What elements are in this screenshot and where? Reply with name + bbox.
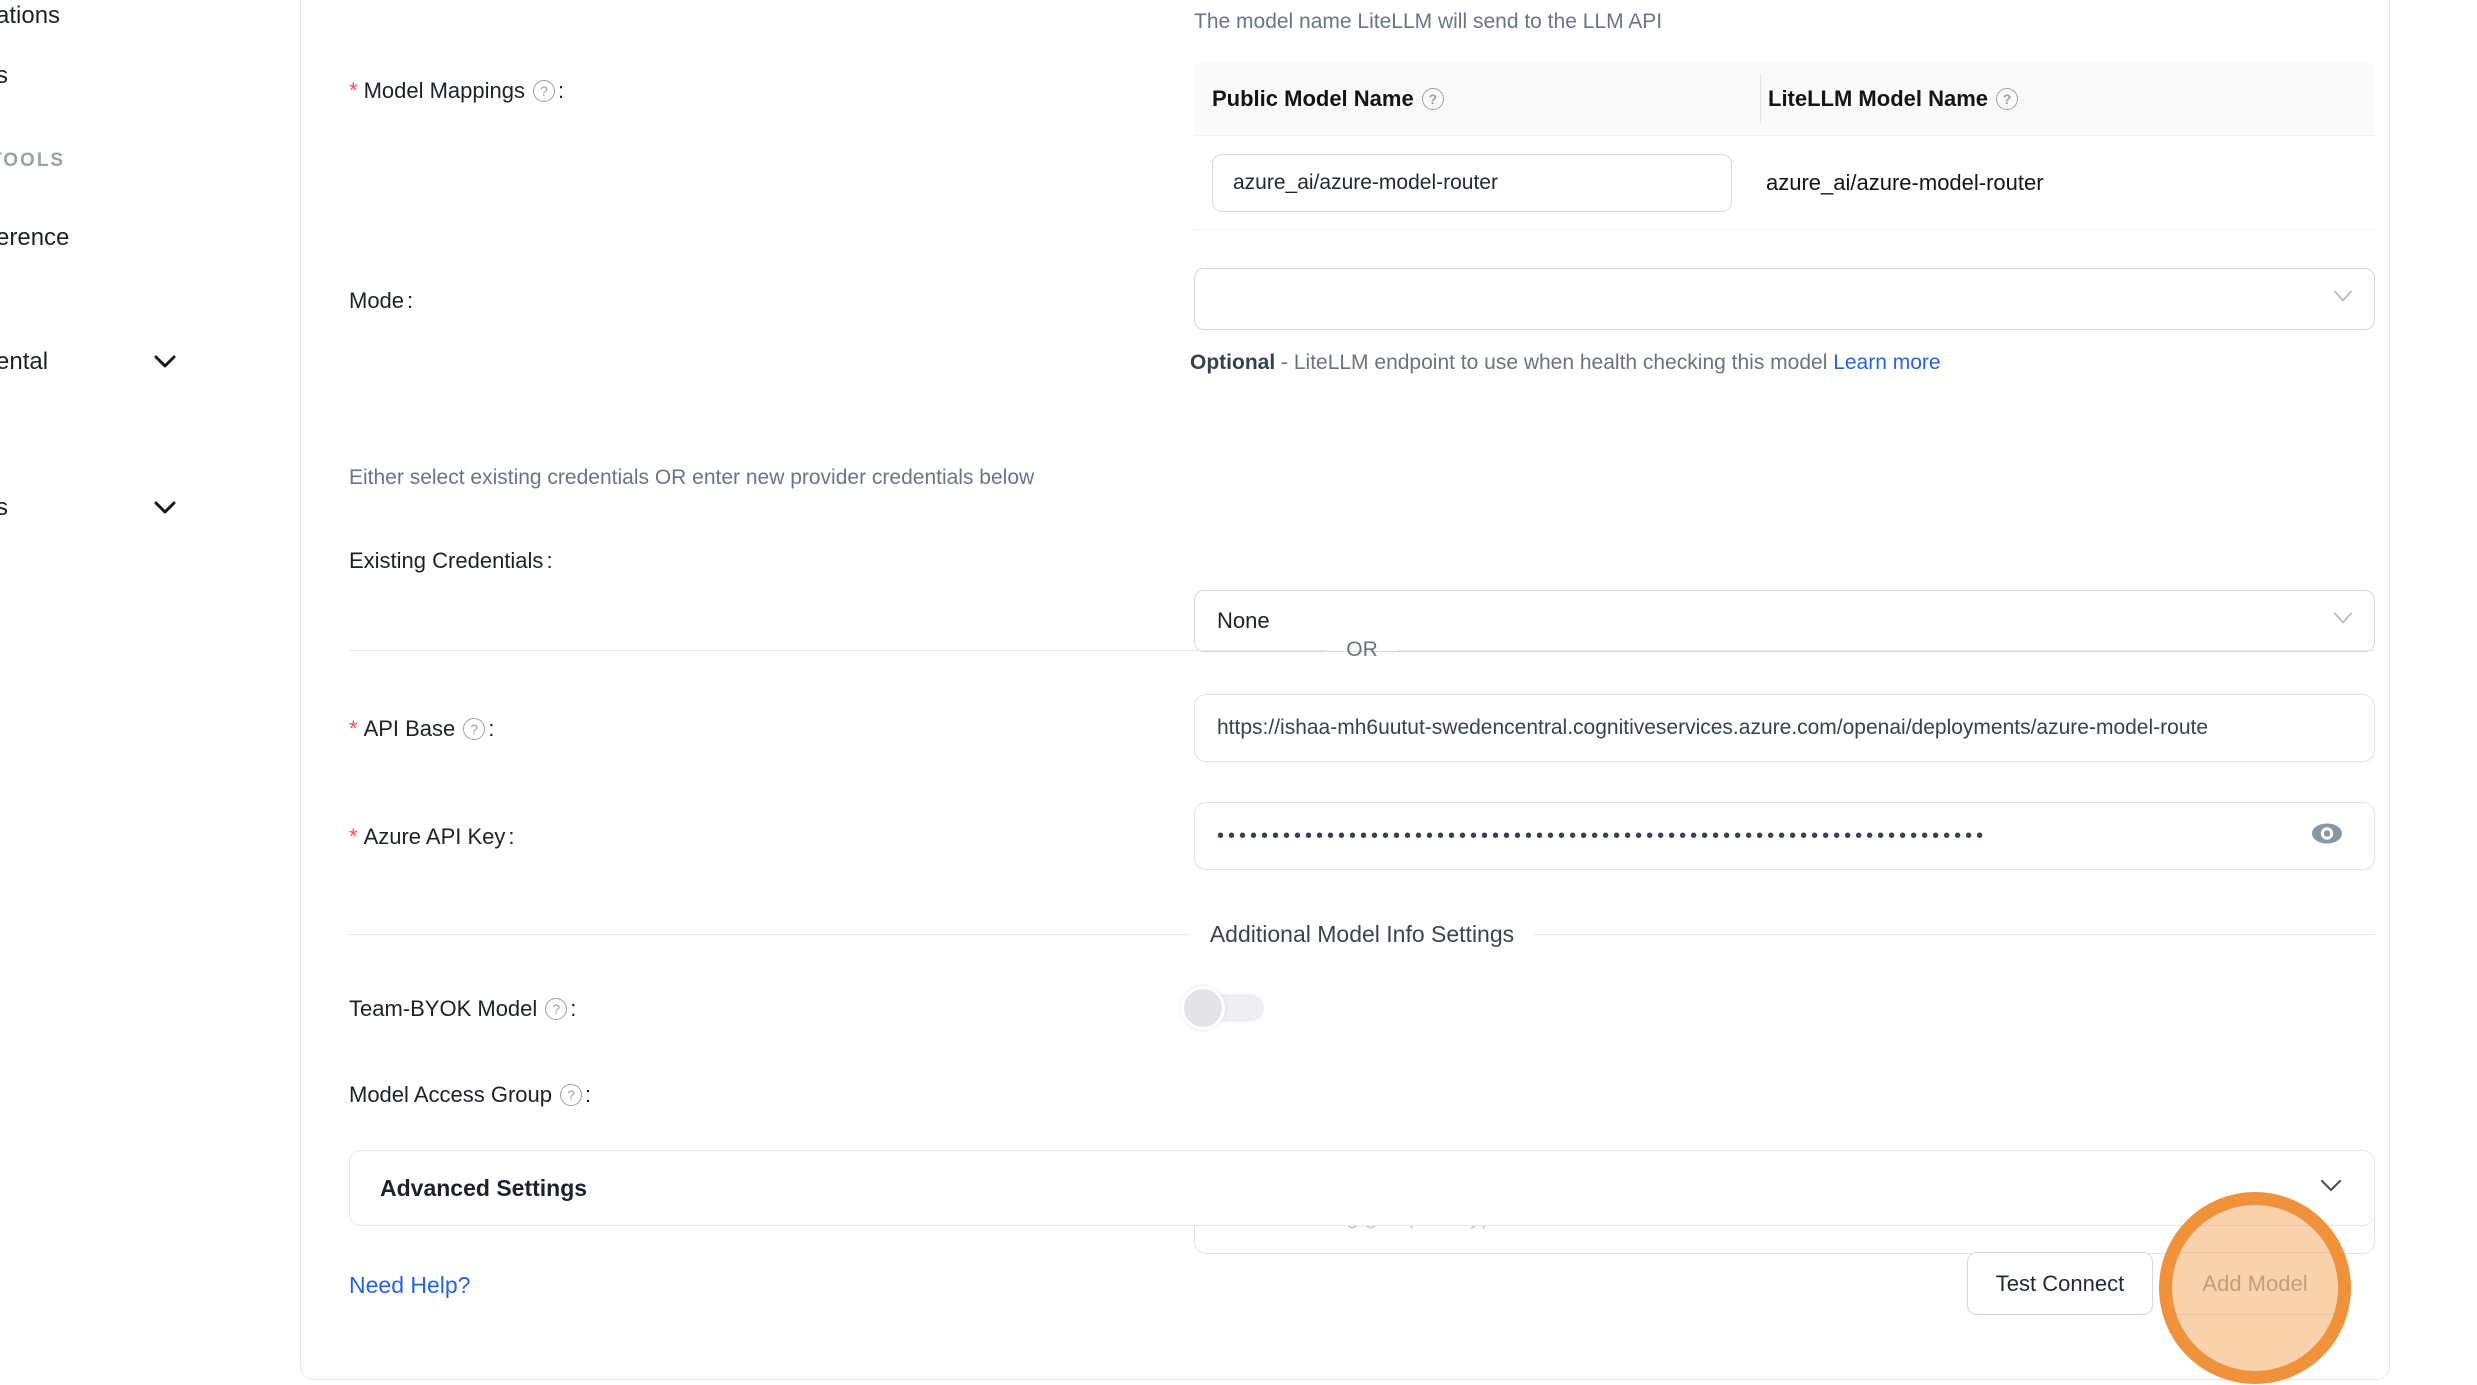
help-icon[interactable]: ? [1422, 88, 1444, 110]
or-divider: OR [349, 628, 2375, 672]
azure-api-key-input[interactable]: ••••••••••••••••••••••••••••••••••••••••… [1194, 802, 2375, 870]
add-model-page: ations s TOOLS erence ental s The model … [0, 0, 2477, 1385]
mode-label: Mode : [349, 288, 413, 314]
additional-settings-divider: Additional Model Info Settings [349, 912, 2375, 956]
learn-more-link[interactable]: Learn more [1833, 351, 1940, 374]
existing-credentials-label: Existing Credentials : [349, 548, 553, 574]
chevron-down-icon [2318, 1178, 2344, 1199]
additional-settings-divider-label: Additional Model Info Settings [1190, 921, 1534, 948]
sidebar-item-models[interactable]: s [0, 62, 8, 90]
sidebar-item-settings[interactable]: s [0, 494, 8, 522]
advanced-settings-title: Advanced Settings [380, 1175, 587, 1202]
table-header-row: Public Model Name ? LiteLLM Model Name ? [1194, 62, 2375, 136]
litellm-model-name-value: azure_ai/azure-model-router [1766, 136, 2044, 230]
sidebar-item-integrations[interactable]: ations [0, 2, 60, 30]
mode-help-text: Optional - LiteLLM endpoint to use when … [1190, 342, 2020, 384]
required-asterisk: * [349, 824, 358, 850]
sidebar-item-inference[interactable]: erence [0, 224, 69, 252]
api-base-input[interactable] [1194, 694, 2375, 762]
advanced-settings-panel[interactable]: Advanced Settings [349, 1150, 2375, 1226]
public-model-name-input[interactable] [1212, 154, 1732, 212]
help-icon[interactable]: ? [463, 718, 485, 740]
chevron-down-icon [2332, 290, 2354, 309]
model-access-group-label: Model Access Group ? : [349, 1082, 591, 1108]
help-icon[interactable]: ? [533, 80, 555, 102]
api-base-label: * API Base ? : [349, 716, 494, 742]
model-name-hint: The model name LiteLLM will send to the … [1194, 10, 1662, 34]
model-mappings-table: Public Model Name ? LiteLLM Model Name ?… [1194, 62, 2375, 230]
model-mappings-label: * Model Mappings ? : [349, 78, 564, 104]
eye-icon[interactable] [2308, 820, 2346, 853]
need-help-link[interactable]: Need Help? [349, 1272, 470, 1299]
column-divider [1760, 74, 1761, 124]
required-asterisk: * [349, 716, 358, 742]
credentials-note: Either select existing credentials OR en… [349, 466, 1034, 490]
column-header-public-model: Public Model Name ? [1194, 86, 1742, 112]
team-byok-toggle-knob[interactable] [1181, 986, 1225, 1030]
add-model-button[interactable]: Add Model [2167, 1252, 2343, 1315]
masked-key-value: ••••••••••••••••••••••••••••••••••••••••… [1217, 825, 1987, 848]
sidebar-section-tools: TOOLS [0, 150, 65, 172]
chevron-down-icon[interactable] [152, 500, 178, 516]
team-byok-label: Team-BYOK Model ? : [349, 996, 576, 1022]
help-icon[interactable]: ? [1996, 88, 2018, 110]
table-row: azure_ai/azure-model-router [1194, 136, 2375, 230]
required-asterisk: * [349, 78, 358, 104]
help-icon[interactable]: ? [545, 998, 567, 1020]
azure-api-key-label: * Azure API Key : [349, 824, 515, 850]
sidebar-item-experimental[interactable]: ental [0, 348, 48, 376]
or-divider-label: OR [1326, 638, 1398, 662]
mode-select[interactable] [1194, 268, 2375, 330]
chevron-down-icon[interactable] [152, 354, 178, 370]
column-header-litellm-model: LiteLLM Model Name ? [1742, 86, 2018, 112]
test-connect-button[interactable]: Test Connect [1967, 1252, 2153, 1315]
help-icon[interactable]: ? [560, 1084, 582, 1106]
